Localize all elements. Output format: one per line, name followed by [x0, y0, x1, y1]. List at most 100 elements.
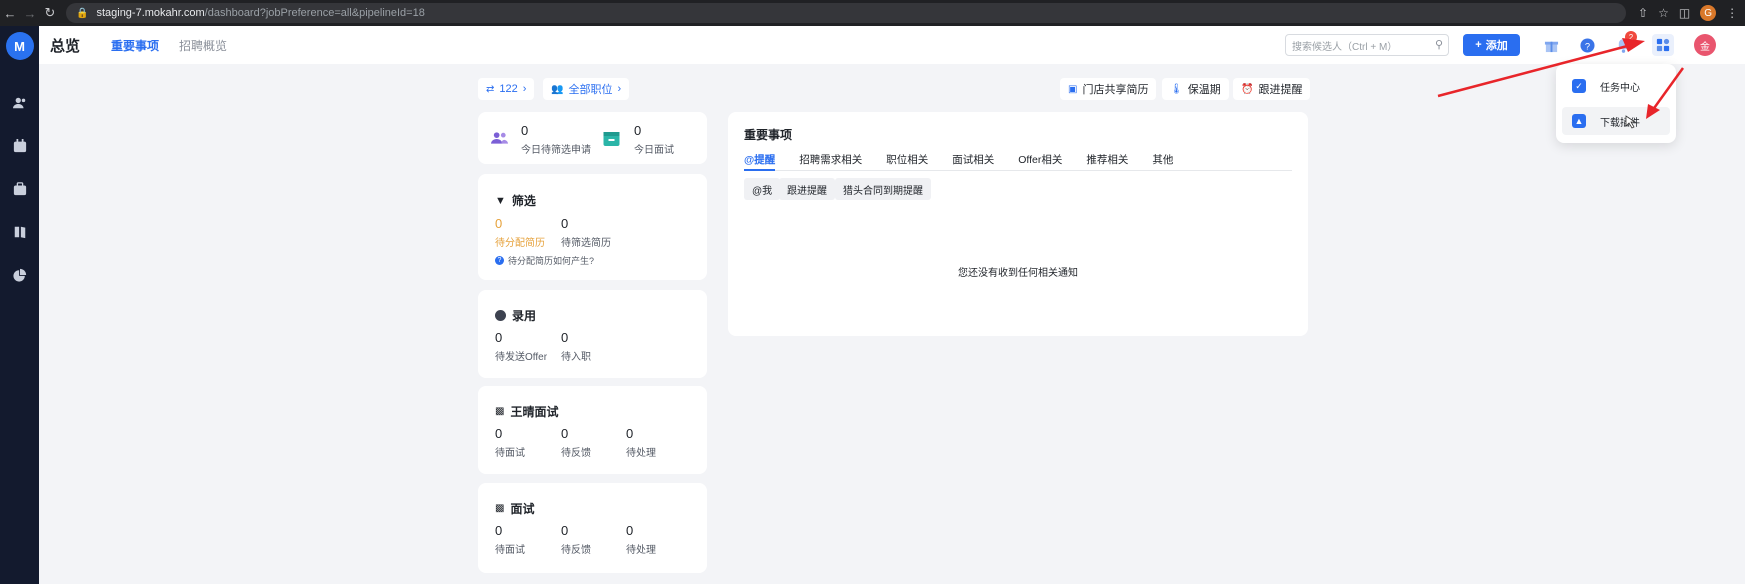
address-bar[interactable]: 🔒 staging-7.mokahr.com /dashboard?jobPre… — [66, 3, 1626, 23]
pending-feedback-stat[interactable]: 0 待反馈 — [561, 426, 591, 459]
browser-profile-avatar[interactable]: G — [1700, 5, 1717, 21]
download-plugin-item[interactable]: ▲ 下载插件 — [1562, 107, 1670, 135]
share-icon[interactable]: ⇧ — [1638, 6, 1648, 20]
reload-icon[interactable]: ↻ — [40, 5, 60, 21]
followup-button[interactable]: ⏰ 跟进提醒 — [1233, 78, 1311, 100]
candidate-search-input[interactable]: 搜索候选人（Ctrl + M） ⚲ — [1285, 34, 1449, 56]
to-assign-label: 待分配简历 — [495, 238, 545, 249]
pending-interview-label: 待面试 — [495, 545, 525, 556]
sidebar-item-jobs[interactable] — [0, 179, 39, 199]
to-assign-stat[interactable]: 0 待分配简历 — [495, 216, 545, 249]
pipeline-icon: ⇄ — [486, 83, 495, 95]
hiring-title: 录用 — [512, 309, 537, 323]
today-summary-card: 0 今日待筛选申请 0 今日面试 — [478, 112, 707, 164]
help-icon[interactable]: ? — [1578, 36, 1596, 54]
pending-interview-count: 0 — [495, 426, 503, 441]
tab-referral[interactable]: 推荐相关 — [1086, 152, 1128, 170]
browser-toolbar: ← → ↻ 🔒 staging-7.mokahr.com /dashboard?… — [0, 0, 1745, 26]
book-icon — [14, 226, 25, 239]
filter-icon: ▼ — [495, 194, 506, 207]
tab-requisition[interactable]: 招聘需求相关 — [799, 152, 862, 170]
sidebar-item-reports[interactable] — [0, 265, 39, 285]
tab-offer[interactable]: Offer相关 — [1018, 152, 1062, 170]
sidebar-item-schedule[interactable] — [0, 136, 39, 156]
today-interview-count: 0 — [634, 123, 642, 138]
task-center-item[interactable]: ✓ 任务中心 — [1562, 72, 1670, 100]
store-resume-button[interactable]: ▣ 门店共享简历 — [1060, 78, 1157, 100]
pending-feedback-label: 待反馈 — [561, 545, 591, 556]
assign-hint-link[interactable]: ? 待分配简历如何产生? — [495, 254, 594, 267]
tab-important[interactable]: 重要事项 — [111, 37, 159, 54]
thermometer-icon: 🌡 — [1170, 83, 1183, 95]
tab-interview[interactable]: 面试相关 — [952, 152, 994, 170]
today-screen-count: 0 — [521, 123, 529, 138]
sidebar-item-candidates[interactable] — [0, 93, 39, 113]
app-logo[interactable]: M — [5, 32, 34, 60]
search-placeholder: 搜索候选人（Ctrl + M） — [1292, 41, 1398, 53]
candidates-icon — [491, 132, 508, 144]
chevron-right-icon: › — [617, 83, 622, 95]
pending-process-stat[interactable]: 0 待处理 — [626, 426, 656, 459]
pending-process-count: 0 — [626, 523, 634, 538]
tab-other[interactable]: 其他 — [1152, 152, 1173, 170]
pending-interview-count: 0 — [495, 523, 503, 538]
to-onboard-count: 0 — [561, 330, 569, 345]
assign-hint-text: 待分配简历如何产生? — [508, 256, 595, 266]
subfilter-at-me[interactable]: @我 — [744, 178, 781, 200]
screening-title: 筛选 — [511, 194, 536, 208]
apps-dropdown: ✓ 任务中心 ▲ 下载插件 — [1556, 64, 1676, 143]
pending-interview-stat[interactable]: 0 待面试 — [495, 523, 525, 556]
panel-title: 重要事项 — [744, 128, 793, 142]
today-interview-stat[interactable]: 0 今日面试 — [634, 123, 674, 156]
gift-icon[interactable] — [1542, 36, 1560, 54]
add-button[interactable]: + 添加 — [1463, 34, 1520, 56]
pending-process-label: 待处理 — [626, 545, 656, 556]
calendar-icon — [603, 132, 620, 146]
page-title: 总览 — [50, 37, 81, 55]
to-send-offer-label: 待发送Offer — [495, 352, 548, 363]
warranty-button[interactable]: 🌡 保温期 — [1162, 78, 1229, 100]
search-icon[interactable]: ⚲ — [1435, 38, 1443, 51]
pipeline-selector[interactable]: ⇄ 122 › — [478, 78, 535, 100]
back-icon[interactable]: ← — [0, 6, 20, 21]
apps-grid-icon[interactable] — [1652, 34, 1674, 56]
pending-interview-stat[interactable]: 0 待面试 — [495, 426, 525, 459]
to-screen-stat[interactable]: 0 待筛选简历 — [561, 216, 611, 249]
bell-icon[interactable]: 2 — [1614, 31, 1637, 54]
user-avatar[interactable]: 金 — [1694, 34, 1716, 56]
job-selector-label: 全部职位 — [568, 84, 613, 96]
pie-chart-icon — [12, 268, 26, 282]
lock-icon: 🔒 — [76, 7, 89, 19]
bookmark-star-icon[interactable]: ☆ — [1658, 6, 1669, 20]
pending-feedback-stat[interactable]: 0 待反馈 — [561, 523, 591, 556]
side-panel-icon[interactable]: ◫ — [1679, 6, 1690, 20]
today-interview-label: 今日面试 — [634, 145, 674, 156]
calendar-icon — [13, 139, 26, 153]
top-header: 总览 重要事项 招聘概览 搜索候选人（Ctrl + M） ⚲ + 添加 ? 2 … — [39, 26, 1745, 64]
pending-feedback-count: 0 — [561, 426, 569, 441]
task-check-icon: ✓ — [1572, 79, 1586, 93]
svg-text:?: ? — [1584, 41, 1589, 51]
tab-job[interactable]: 职位相关 — [886, 152, 928, 170]
job-selector[interactable]: 👥 全部职位 › — [543, 78, 630, 100]
subfilter-headhunter-contract[interactable]: 猎头合同到期提醒 — [835, 178, 931, 200]
briefcase-icon — [13, 182, 26, 196]
to-send-offer-stat[interactable]: 0 待发送Offer — [495, 330, 547, 363]
browser-menu-icon[interactable]: ⋮ — [1726, 6, 1738, 20]
subfilter-followup[interactable]: 跟进提醒 — [779, 178, 835, 200]
store-icon: ▣ — [1068, 83, 1078, 95]
tab-mentions[interactable]: @提醒 — [744, 152, 776, 171]
to-onboard-label: 待入职 — [561, 352, 591, 363]
wangqing-interview-title: 王晴面试 — [510, 405, 559, 419]
pending-process-stat[interactable]: 0 待处理 — [626, 523, 656, 556]
to-onboard-stat[interactable]: 0 待入职 — [561, 330, 591, 363]
today-screen-stat[interactable]: 0 今日待筛选申请 — [521, 123, 591, 156]
empty-state-text: 您还没有收到任何相关通知 — [958, 268, 1078, 279]
interview-title: 面试 — [510, 502, 535, 516]
plus-icon: + — [1475, 39, 1482, 51]
panel-tabs: @提醒 招聘需求相关 职位相关 面试相关 Offer相关 推荐相关 其他 — [744, 152, 1292, 171]
sidebar-item-talent-pool[interactable] — [0, 222, 39, 242]
screening-card: ▼ 筛选 0 待分配简历 0 待筛选简历 ? 待分配简历如何产生? — [478, 174, 707, 280]
forward-icon[interactable]: → — [20, 6, 40, 21]
tab-overview[interactable]: 招聘概览 — [179, 37, 227, 54]
